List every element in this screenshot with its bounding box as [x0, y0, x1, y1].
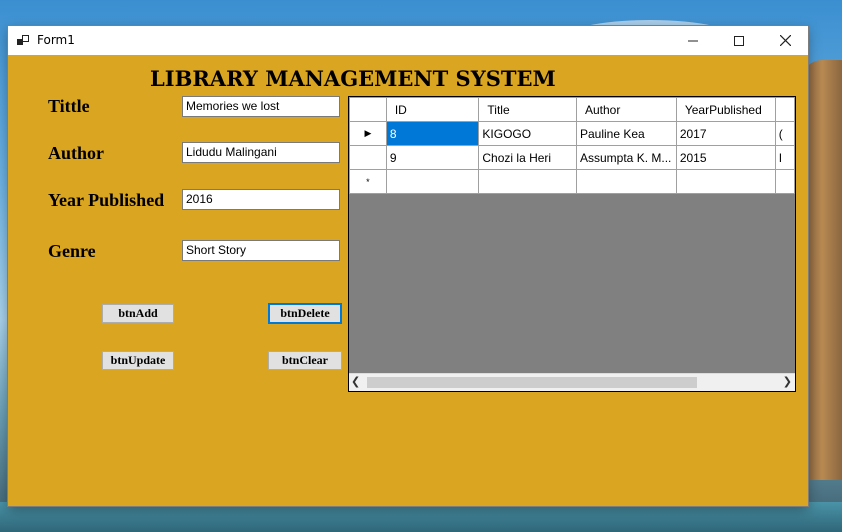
- author-label: Author: [48, 143, 105, 163]
- scroll-left-icon[interactable]: ❮: [351, 375, 360, 388]
- books-data-grid[interactable]: ID Title Author YearPublished ▶ 8 KIGOGO…: [348, 96, 796, 392]
- column-header-yearpublished[interactable]: YearPublished: [675, 97, 776, 122]
- cell-title[interactable]: Chozi la Heri: [478, 145, 577, 170]
- cell-author[interactable]: [576, 169, 677, 194]
- cell-id[interactable]: [385, 169, 480, 194]
- cell-overflow[interactable]: (: [774, 121, 795, 146]
- cell-id[interactable]: 9: [385, 145, 480, 170]
- cell-title[interactable]: KIGOGO: [478, 121, 577, 146]
- cell-author[interactable]: Assumpta K. M...: [576, 145, 677, 170]
- close-icon: [779, 35, 791, 46]
- clear-button[interactable]: btnClear: [268, 351, 342, 370]
- new-row[interactable]: *: [349, 169, 795, 194]
- grid-header-row: ID Title Author YearPublished: [349, 97, 795, 122]
- column-header-overflow[interactable]: [774, 97, 795, 122]
- delete-button[interactable]: btnDelete: [268, 303, 342, 324]
- year-published-input[interactable]: 2016: [182, 189, 340, 210]
- desktop-water-background: [0, 502, 842, 532]
- window-title: Form1: [37, 33, 75, 47]
- column-header-author[interactable]: Author: [576, 97, 677, 122]
- grid-table: ID Title Author YearPublished ▶ 8 KIGOGO…: [349, 97, 795, 194]
- maximize-icon: [734, 35, 744, 46]
- add-button[interactable]: btnAdd: [102, 304, 174, 323]
- horizontal-scrollbar[interactable]: ❮ ❯: [349, 373, 795, 391]
- cell-overflow[interactable]: I: [774, 145, 795, 170]
- page-title: LIBRARY MANAGEMENT SYSTEM: [150, 66, 556, 91]
- close-button[interactable]: [762, 26, 808, 55]
- genre-input[interactable]: Short Story: [182, 240, 340, 261]
- cell-author[interactable]: Pauline Kea: [576, 121, 677, 146]
- scrollbar-thumb[interactable]: [367, 377, 697, 388]
- column-header-id[interactable]: ID: [385, 97, 480, 122]
- app-icon: [17, 35, 29, 45]
- author-input[interactable]: Lidudu Malingani: [182, 142, 340, 163]
- minimize-icon: [688, 40, 698, 41]
- year-published-label: Year Published: [48, 190, 165, 210]
- title-bar[interactable]: Form1: [8, 26, 808, 55]
- cell-id[interactable]: 8: [385, 121, 480, 146]
- new-row-indicator-icon[interactable]: *: [349, 169, 387, 194]
- form1-window: Form1 LIBRARY MANAGEMENT SYSTEM Tittle M…: [8, 26, 808, 506]
- current-row-indicator-icon[interactable]: ▶: [349, 121, 387, 146]
- scroll-right-icon[interactable]: ❯: [783, 375, 792, 388]
- cell-overflow[interactable]: [774, 169, 795, 194]
- minimize-button[interactable]: [670, 26, 716, 55]
- update-button[interactable]: btnUpdate: [102, 351, 174, 370]
- cell-year[interactable]: 2017: [675, 121, 776, 146]
- cell-year[interactable]: [675, 169, 776, 194]
- desktop-rock-background: [802, 60, 842, 480]
- cell-year[interactable]: 2015: [675, 145, 776, 170]
- table-row[interactable]: ▶ 8 KIGOGO Pauline Kea 2017 (: [349, 121, 795, 146]
- maximize-button[interactable]: [716, 26, 762, 55]
- row-header[interactable]: [349, 145, 387, 170]
- row-header-corner[interactable]: [349, 97, 387, 122]
- title-input[interactable]: Memories we lost: [182, 96, 340, 117]
- title-label: Tittle: [48, 96, 90, 116]
- table-row[interactable]: 9 Chozi la Heri Assumpta K. M... 2015 I: [349, 145, 795, 170]
- cell-title[interactable]: [478, 169, 577, 194]
- column-header-title[interactable]: Title: [478, 97, 577, 122]
- genre-label: Genre: [48, 241, 96, 261]
